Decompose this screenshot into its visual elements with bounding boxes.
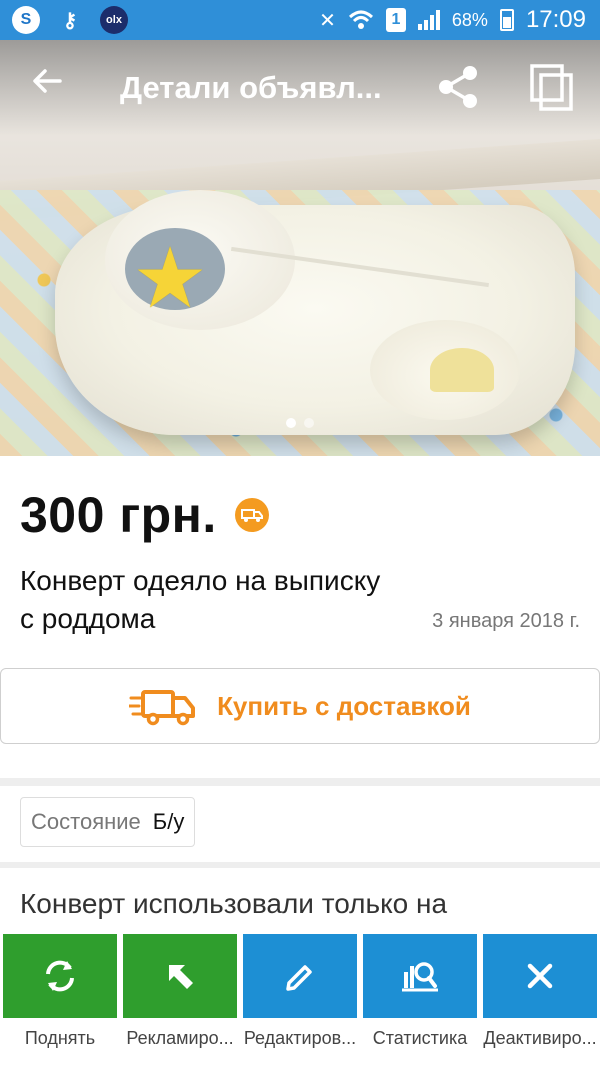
condition-key: Состояние <box>31 809 141 834</box>
deactivate-button[interactable] <box>483 934 597 1018</box>
notification-icons: S ⚷ olx <box>12 6 128 34</box>
mute-icon: ✕ <box>319 9 336 32</box>
delivery-truck-icon <box>129 690 196 726</box>
statistics-button[interactable] <box>363 934 477 1018</box>
raise-button[interactable] <box>3 934 117 1018</box>
back-arrow-icon[interactable] <box>22 64 72 114</box>
arrow-left-icon <box>33 69 62 93</box>
condition-chip: Состояние Б/у <box>20 797 196 847</box>
statistics-icon <box>402 962 438 992</box>
skype-notification-icon: S <box>12 6 40 34</box>
page-title: Детали объявл... <box>120 70 382 105</box>
copy-button[interactable] <box>524 60 580 116</box>
close-icon <box>527 963 553 989</box>
photo-pager[interactable] <box>0 418 600 428</box>
condition-value: Б/у <box>152 809 185 834</box>
raise-label: Поднять <box>24 1028 96 1048</box>
buy-with-delivery-button[interactable]: Купить с доставкой <box>0 668 600 744</box>
star-sticker-icon: ★ <box>132 231 208 325</box>
buy-button-label: Купить с доставкой <box>217 690 471 721</box>
pager-dot[interactable] <box>304 418 314 428</box>
system-icons: ✕ 1 68% 17:09 <box>319 0 586 40</box>
photo-umbrella-applique <box>430 348 494 392</box>
delivery-truck-icon <box>234 498 269 532</box>
arrow-up-left-icon <box>169 965 193 989</box>
listing-price: 300 грн. <box>20 487 217 543</box>
section-divider <box>0 778 600 786</box>
key-icon: ⚷ <box>62 9 78 32</box>
wifi-icon <box>348 10 373 29</box>
promote-button[interactable] <box>123 934 237 1018</box>
price-row: 300 грн. <box>20 484 269 546</box>
statistics-action[interactable]: Статистика <box>363 934 477 1059</box>
edit-action[interactable]: Редактиров... <box>243 934 357 1059</box>
listing-date: 3 января 2018 г. <box>432 610 580 632</box>
olx-app-icon: olx <box>100 6 128 34</box>
edit-label: Редактиров... <box>243 1028 357 1048</box>
status-bar: S ⚷ olx ✕ 1 68% 17:09 <box>0 0 600 40</box>
copy-icon <box>530 64 573 111</box>
edit-button[interactable] <box>243 934 357 1018</box>
share-icon <box>439 66 477 108</box>
battery-icon <box>499 9 514 31</box>
deactivate-label: Деактивиро... <box>483 1028 597 1048</box>
sim-indicator: 1 <box>385 8 406 32</box>
raise-action[interactable]: Поднять <box>3 934 117 1059</box>
promote-action[interactable]: Рекламиро... <box>123 934 237 1059</box>
listing-description: Конверт использовали только на <box>20 888 448 919</box>
battery-percent: 68% <box>451 9 488 30</box>
clock: 17:09 <box>525 6 586 33</box>
top-toolbar: Детали объявл... <box>0 40 600 136</box>
refresh-icon <box>46 960 74 992</box>
signal-icon <box>417 10 440 30</box>
pencil-icon <box>286 965 312 991</box>
deactivate-action[interactable]: Деактивиро... <box>483 934 597 1059</box>
listing-details-screen: S ⚷ olx ✕ 1 68% 17:09 ★ Детали объявл...… <box>0 0 600 1065</box>
listing-title: Конверт одеяло на выписку с роддома <box>20 565 381 634</box>
share-button[interactable] <box>434 62 484 112</box>
promote-label: Рекламиро... <box>126 1028 234 1048</box>
bottom-action-bar: Поднять Рекламиро... Редактиров... Стати… <box>0 930 600 1065</box>
delivery-truck-glyph <box>240 509 263 522</box>
section-divider <box>0 862 600 868</box>
pager-dot[interactable] <box>286 418 296 428</box>
statistics-label: Статистика <box>372 1028 468 1048</box>
